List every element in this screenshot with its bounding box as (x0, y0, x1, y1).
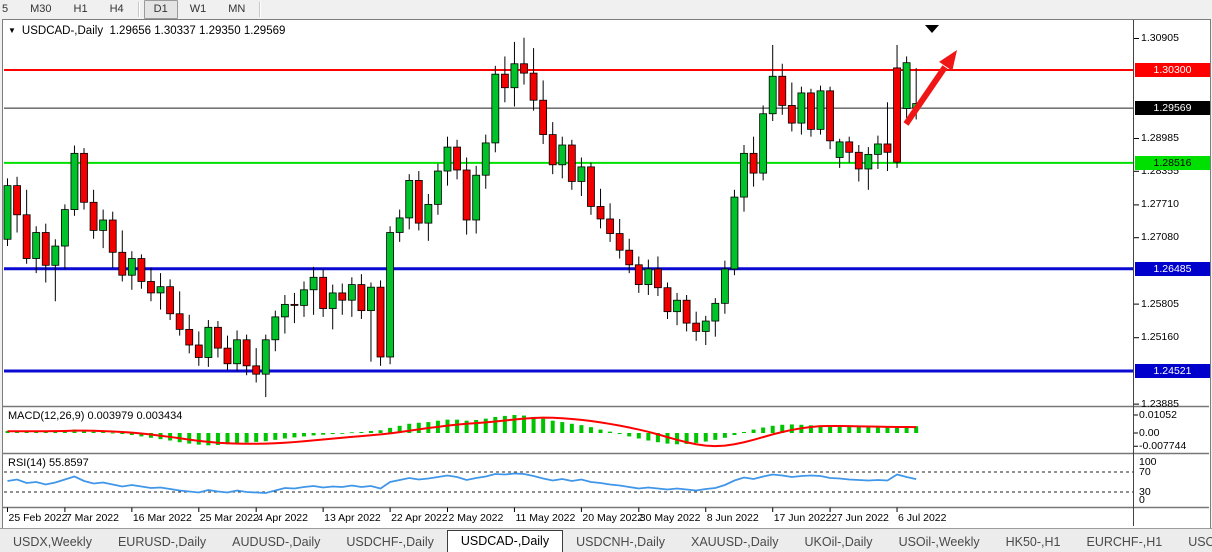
timeframe-button-h4[interactable]: H4 (100, 0, 134, 19)
timeframe-button-m30[interactable]: M30 (20, 0, 61, 19)
symbol-tabbar: USDX,WeeklyEURUSD-,DailyAUDUSD-,DailyUSD… (0, 528, 1212, 552)
toolbar-separator (138, 2, 140, 17)
symbol-tab-audusd-daily[interactable]: AUDUSD-,Daily (219, 532, 333, 552)
toolbar-separator (259, 2, 261, 17)
symbol-tab-ukoil-daily[interactable]: UKOil-,Daily (792, 532, 886, 552)
symbol-tab-xauusd-daily[interactable]: XAUUSD-,Daily (678, 532, 792, 552)
timeframe-button-mn[interactable]: MN (218, 0, 255, 19)
symbol-tab-usdcnh-daily[interactable]: USDCNH-,Daily (563, 532, 678, 552)
timeframe-toolbar: 5M30H1H4 D1W1MN (0, 0, 1212, 19)
timeframe-button-w1[interactable]: W1 (180, 0, 217, 19)
symbol-tab-usdx-weekly[interactable]: USDX,Weekly (0, 532, 105, 552)
symbol-tab-usdchf-daily[interactable]: USDCHF-,Daily (333, 532, 447, 552)
timeframe-button-h1[interactable]: H1 (64, 0, 98, 19)
terminal-window: { "toolbar": { "timeframes": [ {"label":… (0, 0, 1212, 551)
timeframe-button-d1[interactable]: D1 (144, 0, 178, 19)
symbol-tab-usoil-weekly[interactable]: USOil-,Weekly (886, 532, 993, 552)
chart-window[interactable] (2, 19, 1211, 529)
symbol-tab-usoil-h[interactable]: USOil-,H (1175, 532, 1212, 552)
symbol-tab-usdcad-daily[interactable]: USDCAD-,Daily (447, 530, 563, 552)
timeframe-button-5[interactable]: 5 (0, 0, 18, 19)
symbol-tab-eurchf-h1[interactable]: EURCHF-,H1 (1073, 532, 1175, 552)
symbol-tab-eurusd-daily[interactable]: EURUSD-,Daily (105, 532, 219, 552)
symbol-tab-hk50-h1[interactable]: HK50-,H1 (993, 532, 1074, 552)
